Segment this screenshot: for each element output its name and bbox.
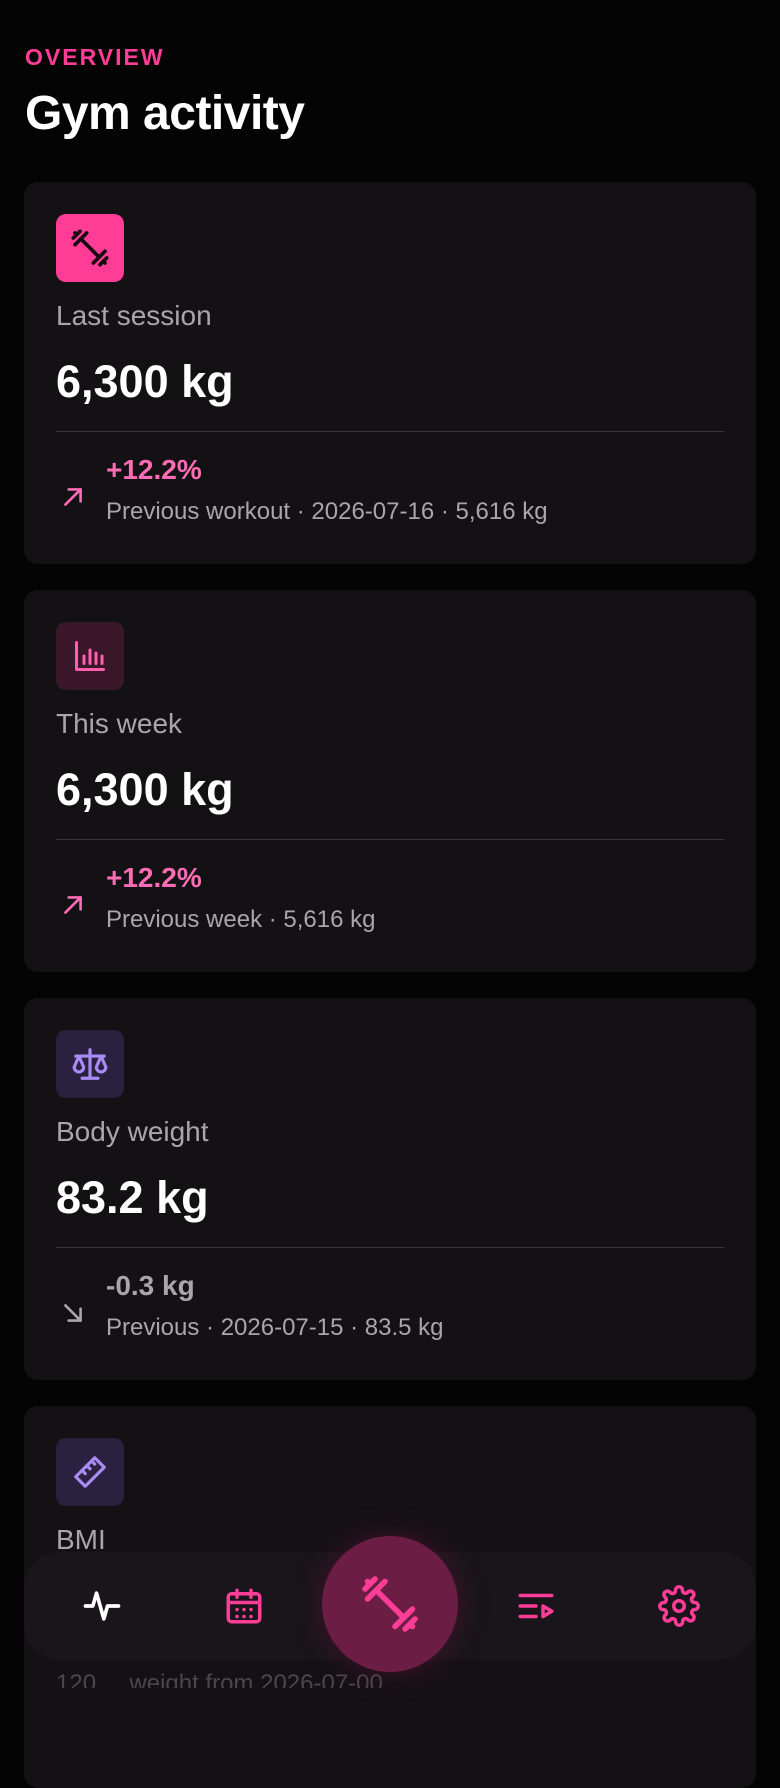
card-divider: [56, 839, 724, 840]
card-body-weight[interactable]: Body weight 83.2 kg -0.3 kg Previous · 2…: [24, 998, 756, 1380]
card-meta: Previous week · 5,616 kg: [106, 906, 376, 933]
card-meta: Previous · 2026-07-15 · 83.5 kg: [106, 1314, 444, 1341]
nav-playlist[interactable]: [510, 1580, 562, 1632]
dumbbell-icon-tile: [56, 214, 124, 282]
card-delta: +12.2%: [106, 862, 202, 893]
ruler-icon: [74, 1456, 106, 1488]
card-value: 83.2 kg: [56, 1172, 209, 1223]
card-this-week[interactable]: This week 6,300 kg +12.2% Previous week …: [24, 590, 756, 972]
activity-icon: [83, 1591, 121, 1621]
playlist-icon: [518, 1593, 554, 1619]
card-meta-peek: 120 ... weight from 2026-07-00: [56, 1670, 383, 1688]
page-title: Gym activity: [25, 87, 305, 140]
card-last-session[interactable]: Last session 6,300 kg +12.2% Previous wo…: [24, 182, 756, 564]
arrow-up-right-icon: [64, 488, 82, 506]
card-value: 6,300 kg: [56, 356, 234, 407]
calendar-icon: [226, 1588, 262, 1624]
ruler-icon-tile: [56, 1438, 124, 1506]
bar-chart-icon-tile: [56, 622, 124, 690]
card-delta: -0.3 kg: [106, 1270, 195, 1301]
arrow-up-right-icon: [64, 896, 82, 914]
card-value: 6,300 kg: [56, 764, 234, 815]
gear-icon: [658, 1585, 700, 1627]
nav-settings[interactable]: [653, 1580, 705, 1632]
card-divider: [56, 1247, 724, 1248]
nav-workout-button[interactable]: [322, 1536, 458, 1672]
nav-activity[interactable]: [76, 1580, 128, 1632]
card-label: This week: [56, 708, 183, 739]
arrow-down-right-icon: [64, 1304, 82, 1322]
card-label: Last session: [56, 300, 212, 331]
scale-icon: [72, 1048, 108, 1080]
nav-calendar[interactable]: [218, 1580, 270, 1632]
header-eyebrow: OVERVIEW: [25, 44, 165, 70]
scale-icon-tile: [56, 1030, 124, 1098]
card-divider: [56, 431, 724, 432]
bar-chart-icon: [75, 641, 105, 671]
card-meta: Previous workout · 2026-07-16 · 5,616 kg: [106, 498, 548, 525]
dumbbell-icon: [71, 229, 109, 267]
dumbbell-icon: [362, 1576, 418, 1632]
card-label: Body weight: [56, 1116, 209, 1147]
card-delta: +12.2%: [106, 454, 202, 485]
